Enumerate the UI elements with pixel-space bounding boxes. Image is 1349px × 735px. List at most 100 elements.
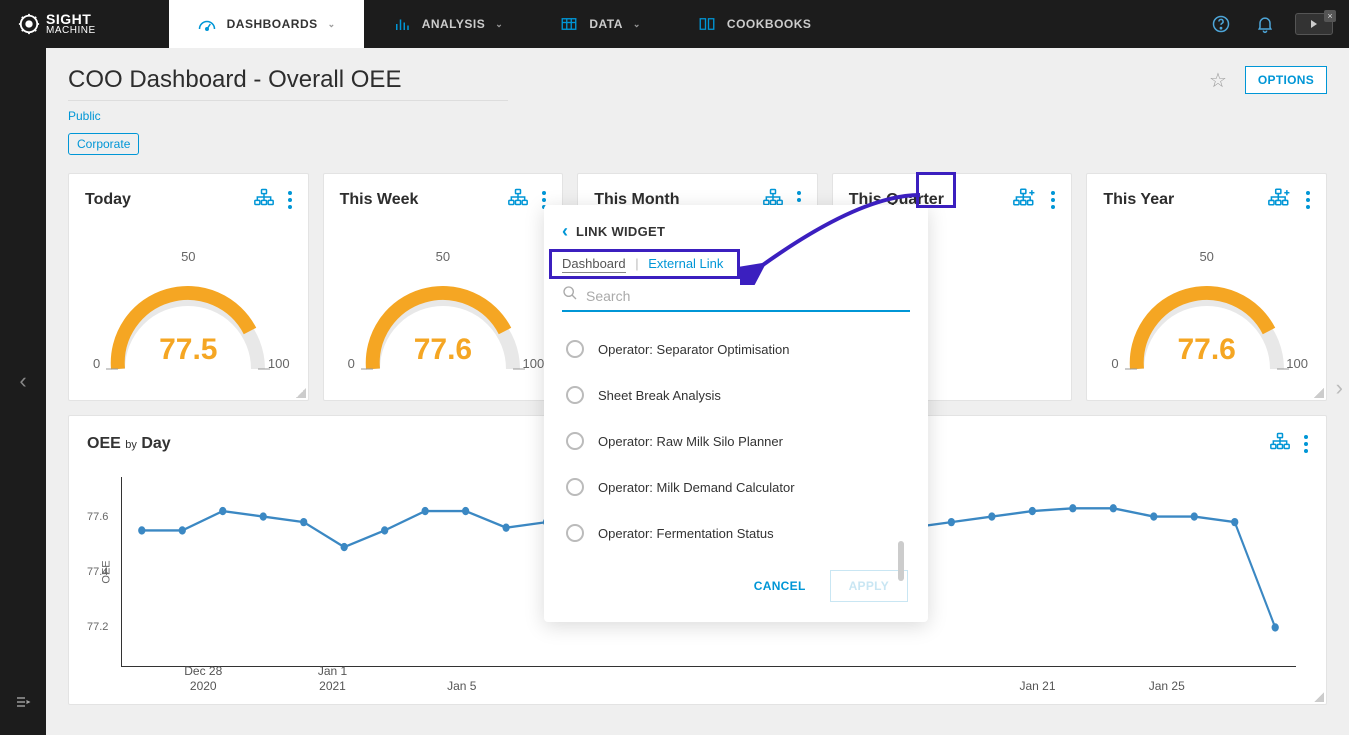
nav-cookbooks[interactable]: COOKBOOKS [669, 0, 840, 48]
radio-icon [566, 478, 584, 496]
brand-bottom: MACHINE [46, 26, 96, 36]
options-list: Operator: Separator Optimisation Sheet Br… [544, 326, 928, 556]
gauge-icon [197, 14, 217, 34]
nav-data[interactable]: DATA ⌄ [531, 0, 669, 48]
chart-title-unit: Day [141, 435, 170, 452]
radio-icon [566, 386, 584, 404]
hierarchy-plus-icon[interactable] [1268, 188, 1292, 211]
tab-external-link[interactable]: External Link [648, 256, 723, 271]
tag-corporate[interactable]: Corporate [68, 133, 139, 155]
gauge-mid: 50 [181, 249, 195, 264]
gauge-value: 77.6 [414, 333, 472, 367]
visibility-link[interactable]: Public [68, 109, 508, 123]
search-row [562, 285, 910, 312]
bell-icon[interactable] [1251, 10, 1279, 38]
hierarchy-plus-icon[interactable] [1013, 188, 1037, 211]
nav-label: COOKBOOKS [727, 17, 812, 31]
option-label: Operator: Milk Demand Calculator [598, 480, 795, 495]
gauge-max: 100 [522, 356, 544, 371]
tab-dashboard[interactable]: Dashboard [562, 256, 626, 273]
chart-title-by: by [125, 439, 137, 451]
hierarchy-icon[interactable] [508, 188, 528, 211]
scrollbar[interactable] [898, 541, 904, 581]
kebab-menu-icon[interactable] [1051, 191, 1055, 209]
nav-label: ANALYSIS [422, 17, 486, 31]
resize-handle[interactable] [1314, 692, 1324, 702]
option-item[interactable]: Sheet Break Analysis [562, 372, 910, 418]
link-widget-popup: ‹ LINK WIDGET Dashboard | External Link … [544, 205, 928, 622]
gauge-min: 0 [1111, 356, 1118, 371]
card-title: This Year [1103, 191, 1174, 209]
topnav-right: × [1207, 10, 1349, 38]
option-item[interactable]: Operator: Milk Demand Calculator [562, 464, 910, 510]
chevron-down-icon: ⌄ [328, 19, 336, 30]
top-nav: SIGHT MACHINE DASHBOARDS ⌄ ANALYSIS ⌄ DA… [0, 0, 1349, 48]
options-button[interactable]: OPTIONS [1245, 66, 1327, 94]
popup-title: LINK WIDGET [576, 224, 665, 239]
gauge-value: 77.5 [159, 333, 217, 367]
back-chevron-icon[interactable]: ‹ [562, 221, 568, 242]
option-item[interactable]: Operator: Raw Milk Silo Planner [562, 418, 910, 464]
x-tick: Jan 25 [1149, 679, 1185, 695]
option-item[interactable]: Operator: Fermentation Status [562, 510, 910, 556]
card-today: Today 50 0 100 77.5 [68, 173, 309, 401]
hierarchy-icon[interactable] [254, 188, 274, 211]
x-tick: Jan 21 [1019, 679, 1055, 695]
gauge-max: 100 [1286, 356, 1308, 371]
gauge-max: 100 [268, 356, 290, 371]
option-label: Operator: Fermentation Status [598, 526, 774, 541]
kebab-menu-icon[interactable] [288, 191, 292, 209]
x-tick: Dec 282020 [184, 664, 222, 695]
video-widget[interactable]: × [1295, 13, 1333, 35]
nav-dashboards[interactable]: DASHBOARDS ⌄ [169, 0, 364, 48]
option-label: Operator: Raw Milk Silo Planner [598, 434, 783, 449]
x-tick: Jan 5 [447, 679, 476, 695]
cancel-button[interactable]: CANCEL [740, 570, 820, 602]
expand-sidebar-icon[interactable] [13, 694, 33, 715]
left-rail: ‹ [0, 48, 46, 735]
gauge-min: 0 [348, 356, 355, 371]
help-icon[interactable] [1207, 10, 1235, 38]
page-title: COO Dashboard - Overall OEE [68, 66, 508, 101]
radio-icon [566, 524, 584, 542]
option-item[interactable]: Operator: Separator Optimisation [562, 326, 910, 372]
kebab-menu-icon[interactable] [1306, 191, 1310, 209]
tab-separator: | [635, 256, 638, 271]
gauge-mid: 50 [436, 249, 450, 264]
chart-title: OEE by Day [87, 435, 171, 453]
bars-icon [392, 14, 412, 34]
y-tick: 77.2 [87, 621, 108, 633]
nav-analysis[interactable]: ANALYSIS ⌄ [364, 0, 532, 48]
table-icon [559, 14, 579, 34]
search-icon [562, 285, 578, 306]
card-this-week: This Week 50 0 100 77.6 [323, 173, 564, 401]
kebab-menu-icon[interactable] [1304, 435, 1308, 453]
resize-handle[interactable] [1314, 388, 1324, 398]
gauge-value: 77.6 [1177, 333, 1235, 367]
chevron-down-icon: ⌄ [495, 19, 503, 30]
close-icon[interactable]: × [1324, 10, 1336, 22]
chevron-down-icon: ⌄ [633, 19, 641, 30]
option-label: Operator: Separator Optimisation [598, 342, 789, 357]
gauge-min: 0 [93, 356, 100, 371]
apply-button[interactable]: APPLY [830, 570, 908, 602]
y-tick: 77.4 [87, 566, 108, 578]
nav-items: DASHBOARDS ⌄ ANALYSIS ⌄ DATA ⌄ COOKBOOKS [169, 0, 840, 48]
option-label: Sheet Break Analysis [598, 388, 721, 403]
chevron-left-icon[interactable]: ‹ [19, 368, 26, 394]
radio-icon [566, 432, 584, 450]
nav-label: DASHBOARDS [227, 17, 318, 31]
star-icon[interactable]: ☆ [1209, 68, 1227, 93]
header-row: COO Dashboard - Overall OEE Public Corpo… [68, 66, 1327, 155]
card-title: This Week [340, 191, 419, 209]
gauge-mid: 50 [1199, 249, 1213, 264]
brand-logo: SIGHT MACHINE [0, 0, 114, 48]
nav-label: DATA [589, 17, 623, 31]
y-tick: 77.6 [87, 511, 108, 523]
x-tick: Jan 12021 [318, 664, 347, 695]
resize-handle[interactable] [296, 388, 306, 398]
hierarchy-icon[interactable] [1270, 432, 1290, 455]
card-this-year: This Year 50 0 100 77.6 [1086, 173, 1327, 401]
search-input[interactable] [586, 288, 910, 304]
book-icon [697, 14, 717, 34]
